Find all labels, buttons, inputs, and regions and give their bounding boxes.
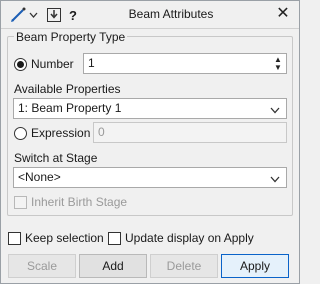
group-legend: Beam Property Type (14, 30, 128, 44)
apply-button[interactable]: Apply (221, 254, 289, 278)
available-properties-value: 1: Beam Property 1 (18, 101, 122, 115)
inherit-birth-label: Inherit Birth Stage (31, 195, 128, 209)
number-value: 1 (88, 56, 95, 70)
expression-label: Expression (31, 126, 91, 140)
close-icon[interactable]: ✕ (275, 6, 291, 22)
number-label: Number (31, 57, 74, 71)
available-properties-label: Available Properties (14, 82, 121, 96)
expression-field[interactable]: 0 (93, 122, 287, 143)
chevron-down-icon (270, 102, 280, 121)
help-button[interactable]: ? (67, 5, 79, 25)
delete-button[interactable]: Delete (150, 254, 218, 278)
spin-buttons[interactable]: ▲ ▼ (272, 54, 284, 73)
switch-stage-select[interactable]: <None> (13, 167, 287, 188)
keep-selection-checkbox[interactable] (8, 232, 21, 245)
chevron-down-icon[interactable] (28, 5, 38, 25)
spin-down-icon[interactable]: ▼ (274, 63, 282, 72)
available-properties-select[interactable]: 1: Beam Property 1 (13, 98, 287, 119)
switch-stage-value: <None> (18, 170, 61, 184)
number-radio[interactable] (14, 58, 27, 71)
keep-selection-label: Keep selection (25, 231, 104, 245)
switch-stage-label: Switch at Stage (14, 151, 98, 165)
update-display-checkbox[interactable] (108, 232, 121, 245)
download-arrow-icon[interactable] (45, 5, 63, 25)
number-spin-field[interactable]: 1 ▲ ▼ (83, 53, 287, 74)
dialog-title: Beam Attributes (128, 7, 214, 21)
title-bar: ? Beam Attributes ✕ (1, 1, 299, 29)
scale-button[interactable]: Scale (8, 254, 76, 278)
expression-radio[interactable] (14, 127, 27, 140)
expression-value: 0 (98, 125, 105, 139)
add-button[interactable]: Add (79, 254, 147, 278)
beam-attributes-dialog: ? Beam Attributes ✕ Beam Property Type N… (0, 0, 300, 284)
update-display-label: Update display on Apply (125, 231, 254, 245)
pencil-line-icon[interactable] (7, 5, 29, 25)
chevron-down-icon (270, 171, 280, 190)
inherit-birth-checkbox[interactable] (14, 196, 27, 209)
